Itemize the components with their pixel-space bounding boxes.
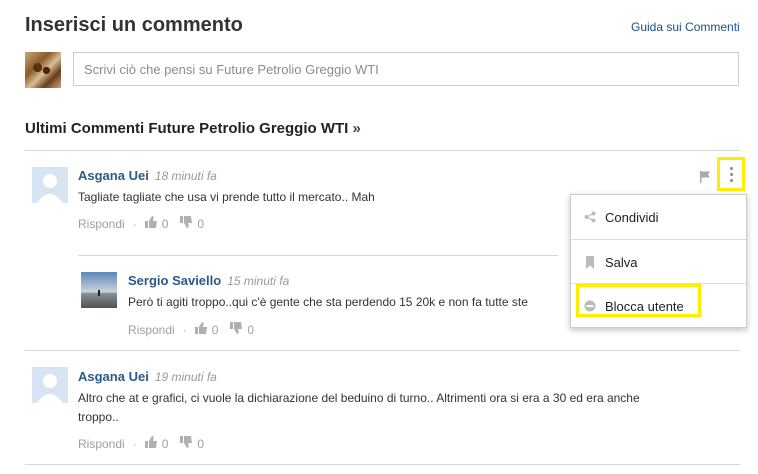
comment-header: Asgana Uei 18 minuti fa	[78, 167, 217, 185]
reply-button[interactable]: Rispondi	[78, 437, 125, 451]
bookmark-icon	[584, 255, 596, 269]
more-options-button[interactable]	[717, 157, 745, 191]
avatar	[32, 367, 68, 403]
like-count: 0	[161, 436, 169, 451]
comment-time: 19 minuti fa	[154, 370, 217, 384]
flag-icon[interactable]	[698, 170, 712, 184]
separator: ·	[132, 216, 137, 231]
kebab-dot	[729, 166, 733, 170]
like-button[interactable]: 0	[194, 322, 219, 337]
like-count: 0	[211, 322, 219, 337]
comment-actions: Rispondi · 0 0	[128, 322, 266, 337]
menu-item-save[interactable]: Salva	[571, 240, 746, 284]
thumbs-up-icon	[144, 216, 157, 231]
menu-item-share[interactable]: Condividi	[571, 195, 746, 239]
comment-text-line: troppo..	[78, 410, 119, 424]
comment-divider	[25, 464, 740, 465]
share-icon	[584, 210, 596, 224]
avatar	[81, 272, 117, 308]
user-avatar	[25, 52, 61, 88]
reply-button[interactable]: Rispondi	[128, 323, 175, 337]
comment-divider	[78, 255, 558, 256]
thumbs-up-icon	[144, 436, 157, 451]
comment-text-line: Altro che at e grafici, ci vuole la dich…	[78, 391, 640, 405]
dislike-button[interactable]: 0	[180, 436, 204, 451]
block-user-highlight	[576, 284, 701, 317]
like-count: 0	[161, 216, 169, 231]
comment-context-menu: Condividi Salva Blocca utente	[570, 194, 747, 328]
comment-time: 15 minuti fa	[227, 274, 290, 288]
menu-item-label: Condividi	[605, 209, 659, 225]
comment-author[interactable]: Asgana Uei	[78, 369, 149, 384]
kebab-dot	[729, 178, 733, 182]
comment-input[interactable]: Scrivi ciò che pensi su Future Petrolio …	[73, 52, 739, 86]
comment-text: Però ti agiti troppo..qui c'è gente che …	[128, 295, 528, 309]
section-title[interactable]: Ultimi Commenti Future Petrolio Greggio …	[25, 120, 361, 137]
comment-actions: Rispondi · 0 0	[78, 216, 216, 231]
section-divider	[25, 150, 740, 151]
comment-divider	[25, 350, 740, 351]
page-title: Inserisci un commento	[25, 14, 243, 36]
comment-author[interactable]: Asgana Uei	[78, 168, 149, 183]
comment-time: 18 minuti fa	[154, 169, 217, 183]
dislike-count: 0	[197, 436, 205, 451]
section-title-text: Ultimi Commenti Future Petrolio Greggio …	[25, 120, 349, 137]
thumbs-up-icon	[194, 322, 207, 337]
section-arrow: »	[352, 120, 361, 137]
thumbs-down-icon	[180, 436, 193, 451]
like-button[interactable]: 0	[144, 436, 169, 451]
dislike-count: 0	[247, 322, 255, 337]
thumbs-down-icon	[230, 322, 243, 337]
reply-button[interactable]: Rispondi	[78, 217, 125, 231]
separator: ·	[182, 322, 187, 337]
avatar	[32, 167, 68, 203]
comment-header: Asgana Uei 19 minuti fa	[78, 368, 217, 386]
comment-author[interactable]: Sergio Saviello	[128, 273, 221, 288]
dislike-count: 0	[197, 216, 205, 231]
like-button[interactable]: 0	[144, 216, 169, 231]
comment-text: Tagliate tagliate che usa vi prende tutt…	[78, 190, 375, 204]
dislike-button[interactable]: 0	[180, 216, 204, 231]
menu-item-label: Salva	[605, 254, 638, 270]
comment-header: Sergio Saviello 15 minuti fa	[128, 272, 289, 290]
thumbs-down-icon	[180, 216, 193, 231]
comment-guide-link[interactable]: Guida sui Commenti	[631, 20, 740, 34]
comment-actions: Rispondi · 0 0	[78, 436, 216, 451]
kebab-dot	[729, 172, 733, 176]
dislike-button[interactable]: 0	[230, 322, 254, 337]
separator: ·	[132, 436, 137, 451]
